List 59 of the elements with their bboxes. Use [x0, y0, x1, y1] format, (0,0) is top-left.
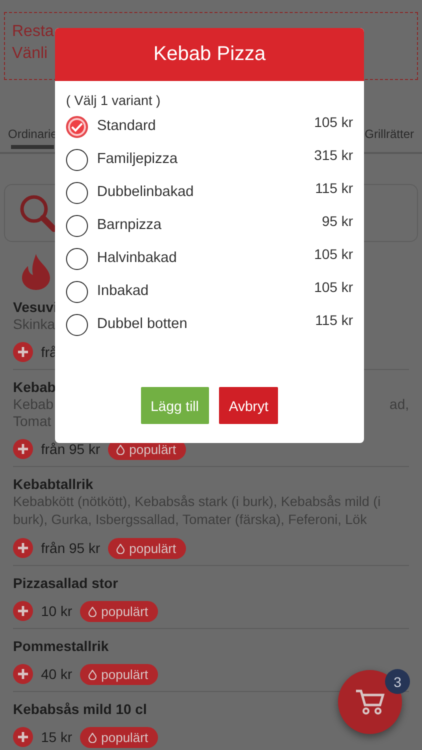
item-price: från 95 kr: [41, 540, 100, 556]
popular-badge: populärt: [80, 726, 158, 748]
variant-price: 115 kr: [315, 312, 353, 328]
search-icon: [19, 194, 57, 232]
plus-icon[interactable]: [13, 342, 33, 362]
plus-icon[interactable]: [13, 439, 33, 459]
variant-price: 105 kr: [314, 114, 353, 130]
check-icon: [71, 122, 83, 132]
variant-price: 105 kr: [314, 279, 353, 295]
variant-label: Inbakad: [97, 283, 150, 299]
variant-price: 105 kr: [314, 246, 353, 262]
item-price: 40 kr: [41, 666, 72, 682]
dialog-hint: ( Välj 1 variant ): [66, 93, 161, 108]
cart-icon: [355, 687, 385, 717]
item-price: 10 kr: [41, 603, 72, 619]
category-tab[interactable]: Grillrätter: [362, 123, 416, 145]
variant-label: Barnpizza: [97, 217, 162, 233]
drop-icon: [116, 444, 126, 454]
item-name: Kebabtallrik: [13, 475, 94, 493]
plus-icon[interactable]: [13, 538, 33, 558]
cancel-button[interactable]: Avbryt: [218, 387, 278, 424]
popular-badge: populärt: [80, 600, 158, 622]
variant-price: 95 kr: [322, 213, 353, 229]
radio-button[interactable]: [66, 281, 88, 303]
variant-label: Familjepizza: [97, 151, 179, 167]
cart-count-badge: 3: [385, 669, 410, 694]
radio-button[interactable]: [66, 215, 88, 237]
drop-icon: [88, 606, 98, 616]
drop-icon: [88, 732, 98, 742]
item-name: Kebab: [13, 378, 56, 396]
variant-label: Dubbelinbakad: [97, 184, 195, 200]
plus-icon[interactable]: [13, 601, 33, 621]
variant-price: 315 kr: [314, 147, 353, 163]
variant-label: Halvinbakad: [97, 250, 178, 266]
item-price: 15 kr: [41, 729, 72, 745]
notice-text: Vänli: [12, 44, 48, 64]
popular-badge: populärt: [108, 538, 186, 558]
radio-button[interactable]: [66, 149, 88, 171]
cart-button[interactable]: [338, 670, 402, 734]
plus-icon[interactable]: [13, 664, 33, 684]
variant-label: Standard: [97, 118, 157, 134]
item-price: från 95 kr: [41, 441, 100, 457]
flame-icon: [20, 254, 52, 290]
drop-icon: [88, 668, 98, 680]
item-name: Pommestallrik: [13, 637, 109, 655]
radio-button[interactable]: [66, 248, 88, 270]
add-button[interactable]: Lägg till: [140, 387, 209, 424]
radio-button[interactable]: [66, 116, 88, 138]
dialog-title: Kebab Pizza: [153, 43, 266, 66]
item-name: Pizzasallad stor: [13, 574, 118, 592]
popular-badge: populärt: [80, 664, 158, 684]
variant-label: Dubbel botten: [97, 316, 188, 332]
variant-price: 115 kr: [315, 180, 353, 196]
radio-button[interactable]: [66, 314, 88, 336]
plus-icon[interactable]: [13, 727, 33, 747]
item-name: Kebabsås mild 10 cl: [13, 700, 147, 718]
drop-icon: [116, 542, 126, 554]
radio-button[interactable]: [66, 182, 88, 204]
notice-text: Resta: [12, 22, 54, 42]
